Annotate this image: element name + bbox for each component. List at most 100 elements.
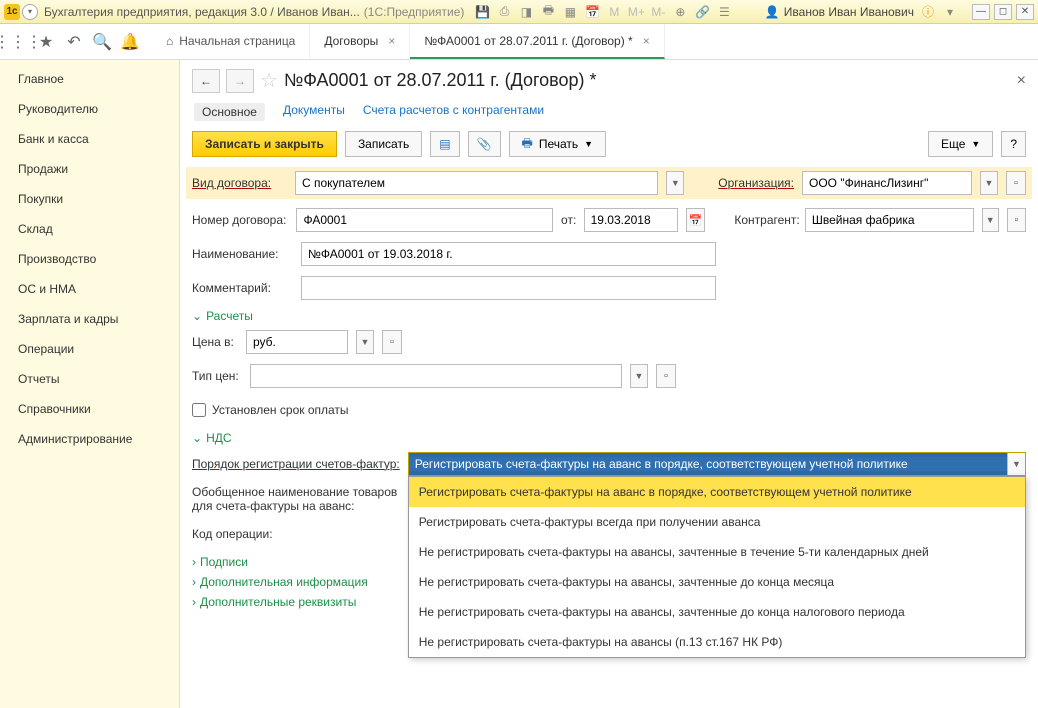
sidebar-item-warehouse[interactable]: Склад — [0, 214, 179, 244]
sidebar-item-manager[interactable]: Руководителю — [0, 94, 179, 124]
poryadok-select[interactable]: Регистрировать счета-фактуры на аванс в … — [408, 452, 1026, 476]
sidebar-item-assets[interactable]: ОС и НМА — [0, 274, 179, 304]
sidebar-item-admin[interactable]: Администрирование — [0, 424, 179, 454]
save-close-button[interactable]: Записать и закрыть — [192, 131, 337, 157]
minimize-button[interactable]: — — [972, 4, 990, 20]
tip-field[interactable] — [250, 364, 622, 388]
sidebar-item-operations[interactable]: Операции — [0, 334, 179, 364]
tab-home[interactable]: ⌂ Начальная страница — [152, 24, 310, 59]
user-indicator[interactable]: 👤 Иванов Иван Иванович — [765, 5, 914, 19]
more-button[interactable]: Еще▼ — [928, 131, 993, 157]
kontr-dropdown-button[interactable]: ▼ — [982, 208, 999, 232]
num-label: Номер договора: — [192, 213, 288, 227]
calendar-icon[interactable]: 📅 — [584, 4, 600, 20]
tab-contracts[interactable]: Договоры × — [310, 24, 410, 59]
sidebar-item-reports[interactable]: Отчеты — [0, 364, 179, 394]
dropdown-icon[interactable]: ▾ — [22, 4, 38, 20]
table-icon[interactable]: ▦ — [562, 4, 578, 20]
tab-document[interactable]: №ФА0001 от 28.07.2011 г. (Договор) * × — [410, 24, 664, 59]
subtab-documents[interactable]: Документы — [283, 103, 345, 121]
vid-label: Вид договора: — [192, 176, 287, 190]
search-icon[interactable]: 🔍 — [88, 28, 116, 56]
tip-open-button[interactable]: ▫ — [656, 364, 676, 388]
window-mode: (1С:Предприятие) — [364, 5, 465, 19]
subtab-accounts[interactable]: Счета расчетов с контрагентами — [363, 103, 544, 121]
dropdown-option[interactable]: Не регистрировать счета-фактуры на аванс… — [409, 627, 1025, 657]
poryadok-dropdown-button[interactable]: ▼ — [1007, 453, 1025, 475]
help-button[interactable]: ? — [1001, 131, 1026, 157]
print-label: Печать — [539, 137, 578, 151]
form-button[interactable]: ▤ — [430, 131, 459, 157]
org-field[interactable]: ООО "ФинансЛизинг" — [802, 171, 972, 195]
save-disk-icon[interactable]: 💾 — [474, 4, 490, 20]
bell-icon[interactable]: 🔔 — [116, 28, 144, 56]
dropdown2-icon[interactable]: ▾ — [942, 4, 958, 20]
print-button[interactable]: 🖶Печать▼ — [509, 131, 607, 157]
sidebar: Главное Руководителю Банк и касса Продаж… — [0, 60, 180, 708]
maximize-button[interactable]: ◻ — [994, 4, 1012, 20]
attach-button[interactable]: 📎 — [468, 131, 501, 157]
cena-value: руб. — [253, 335, 276, 349]
main-content: ← → ☆ №ФА0001 от 28.07.2011 г. (Договор)… — [180, 60, 1038, 708]
kontr-field[interactable]: Швейная фабрика — [805, 208, 974, 232]
print-icon[interactable]: ⎙ — [496, 4, 512, 20]
sidebar-item-purchases[interactable]: Покупки — [0, 184, 179, 214]
cena-dropdown-button[interactable]: ▼ — [356, 330, 374, 354]
close-document-button[interactable]: × — [1017, 72, 1026, 90]
calc-m-icon[interactable]: M — [606, 4, 622, 20]
group-nds[interactable]: НДС — [192, 431, 1026, 445]
link-icon[interactable]: 🔗 — [694, 4, 710, 20]
org-open-button[interactable]: ▫ — [1006, 171, 1026, 195]
favorite-star-icon[interactable]: ☆ — [260, 68, 278, 93]
printer2-icon[interactable]: 🖶 — [540, 4, 556, 20]
history-icon[interactable]: ↶ — [60, 28, 88, 56]
subtab-main[interactable]: Основное — [194, 103, 265, 121]
app-icon: 1c — [4, 4, 20, 20]
vid-dropdown-button[interactable]: ▼ — [666, 171, 684, 195]
calendar-button[interactable]: 📅 — [686, 208, 705, 232]
forward-button[interactable]: → — [226, 69, 254, 93]
org-dropdown-button[interactable]: ▼ — [980, 171, 998, 195]
dropdown-option[interactable]: Не регистрировать счета-фактуры на аванс… — [409, 537, 1025, 567]
sidebar-item-main[interactable]: Главное — [0, 68, 179, 94]
star-icon[interactable]: ★ — [32, 28, 60, 56]
favorites-icon[interactable]: ☰ — [716, 4, 732, 20]
vid-field[interactable]: С покупателем — [295, 171, 658, 195]
apps-grid-icon[interactable]: ⋮⋮⋮ — [4, 28, 32, 56]
dropdown-option[interactable]: Не регистрировать счета-фактуры на аванс… — [409, 567, 1025, 597]
cena-field[interactable]: руб. — [246, 330, 348, 354]
komm-field[interactable] — [301, 276, 716, 300]
num-field[interactable]: ФА0001 — [296, 208, 553, 232]
dropdown-option[interactable]: Регистрировать счета-фактуры всегда при … — [409, 507, 1025, 537]
calc-mp-icon[interactable]: M+ — [628, 4, 644, 20]
group-raschety[interactable]: Расчеты — [192, 309, 1026, 323]
num-value: ФА0001 — [303, 213, 347, 227]
org-label: Организация: — [718, 176, 794, 190]
kontr-open-button[interactable]: ▫ — [1007, 208, 1026, 232]
kontr-label: Контрагент: — [734, 213, 796, 227]
info-icon[interactable]: ⓘ — [920, 4, 936, 20]
dopinfo-label: Дополнительная информация — [200, 575, 368, 589]
calc-mm-icon[interactable]: M- — [650, 4, 666, 20]
save-close-label: Записать и закрыть — [205, 137, 324, 151]
zoom-in-icon[interactable]: ⊕ — [672, 4, 688, 20]
srok-checkbox[interactable] — [192, 403, 206, 417]
sidebar-item-catalogs[interactable]: Справочники — [0, 394, 179, 424]
sidebar-item-salary[interactable]: Зарплата и кадры — [0, 304, 179, 334]
date-field[interactable]: 19.03.2018 — [584, 208, 678, 232]
close-icon[interactable]: × — [388, 34, 395, 48]
tip-dropdown-button[interactable]: ▼ — [630, 364, 648, 388]
close-icon[interactable]: × — [643, 34, 650, 48]
save-button[interactable]: Записать — [345, 131, 422, 157]
back-button[interactable]: ← — [192, 69, 220, 93]
cena-open-button[interactable]: ▫ — [382, 330, 402, 354]
sidebar-item-production[interactable]: Производство — [0, 244, 179, 274]
dropdown-option[interactable]: Не регистрировать счета-фактуры на аванс… — [409, 597, 1025, 627]
sidebar-item-bank[interactable]: Банк и касса — [0, 124, 179, 154]
sidebar-item-sales[interactable]: Продажи — [0, 154, 179, 184]
komm-label: Комментарий: — [192, 281, 293, 295]
close-window-button[interactable]: ✕ — [1016, 4, 1034, 20]
naim-field[interactable]: №ФА0001 от 19.03.2018 г. — [301, 242, 716, 266]
compare-icon[interactable]: ◨ — [518, 4, 534, 20]
dropdown-option[interactable]: Регистрировать счета-фактуры на аванс в … — [409, 477, 1025, 507]
